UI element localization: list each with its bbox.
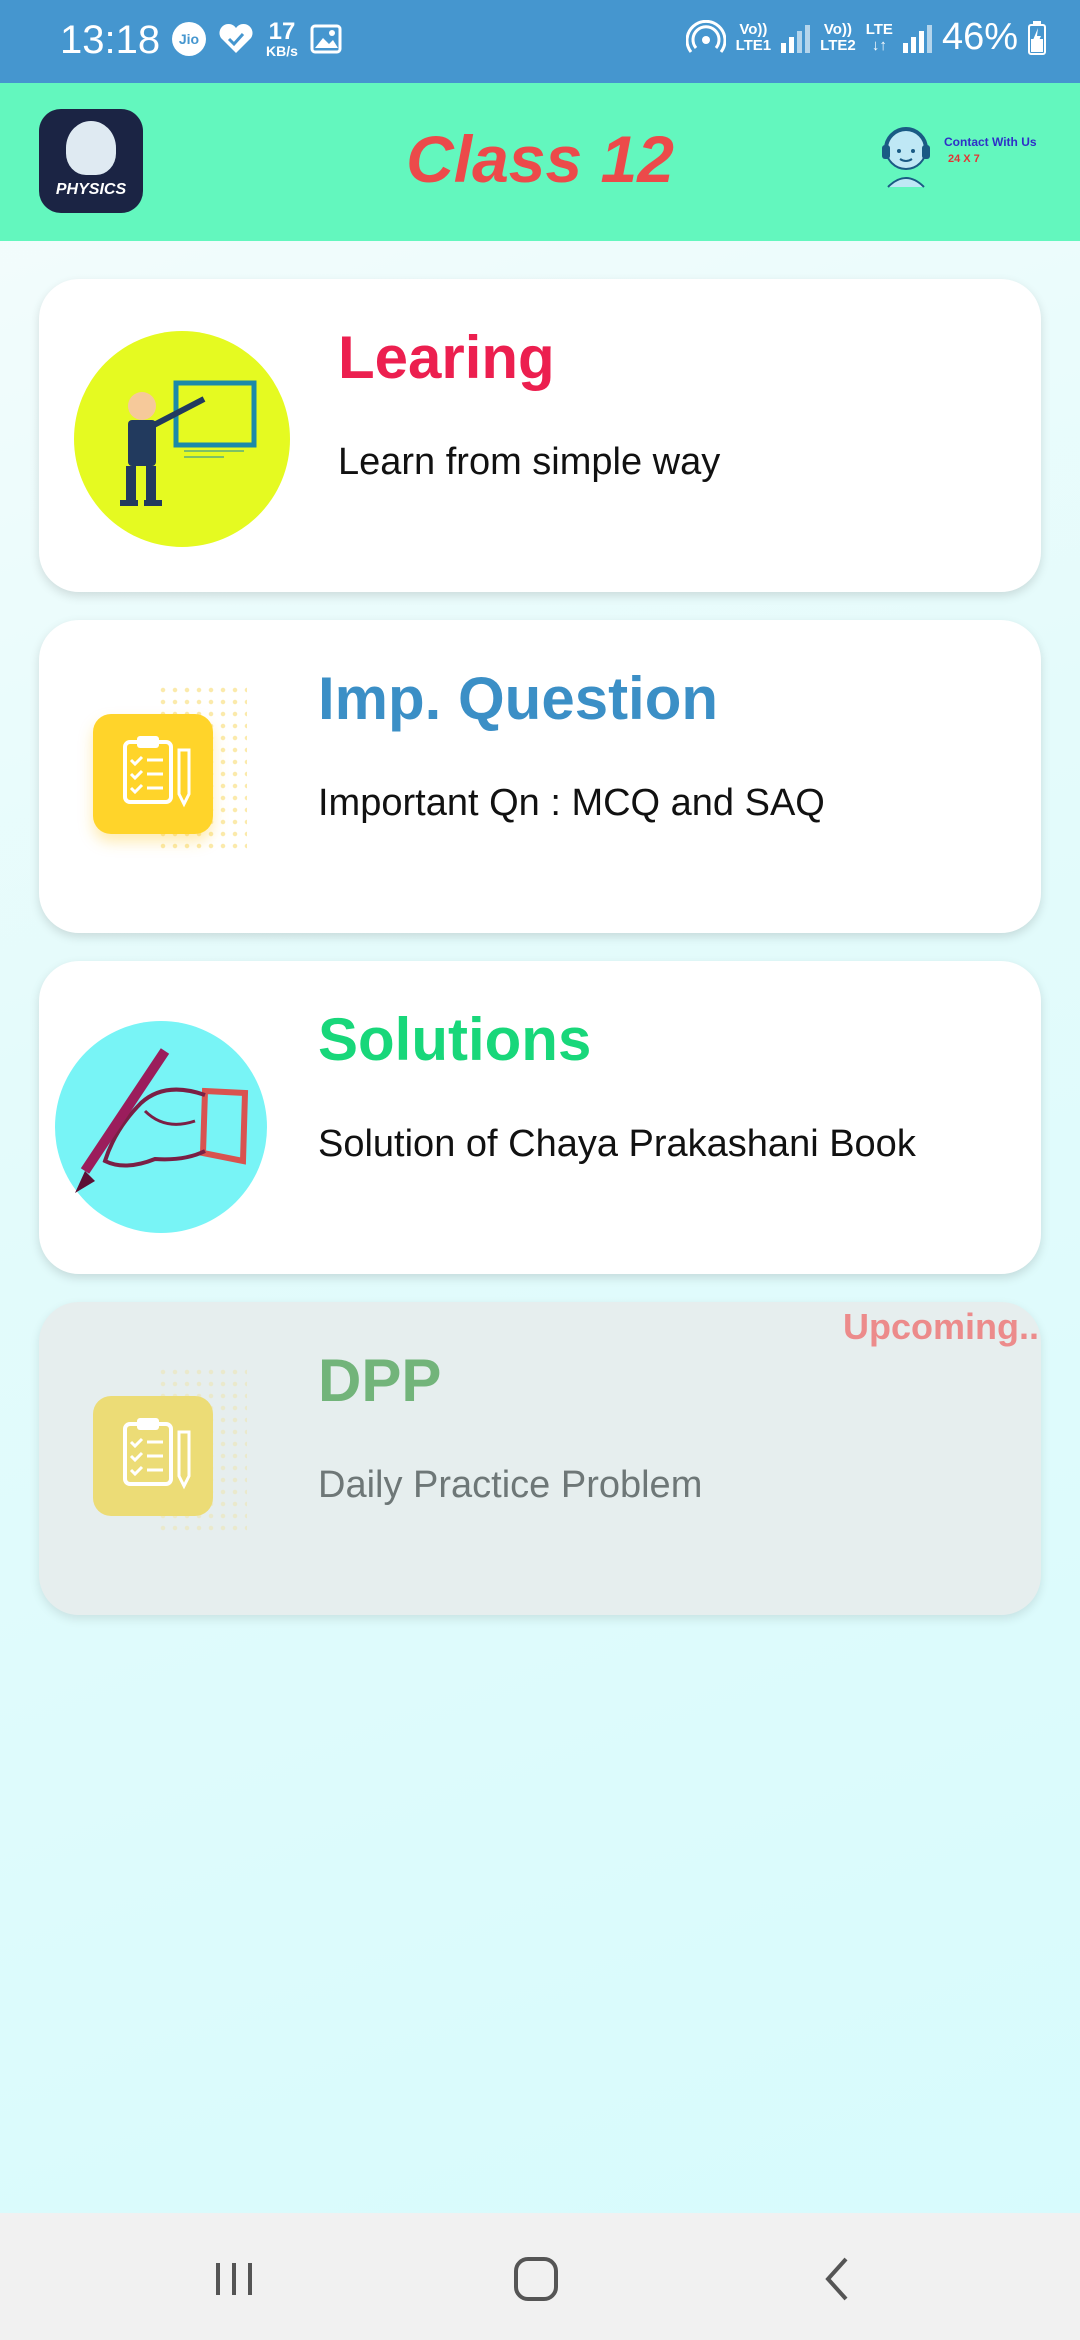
card-subtitle: Learn from simple way — [338, 441, 721, 483]
card-title: Learing — [338, 324, 555, 391]
signal-icon — [781, 23, 811, 53]
clipboard-icon — [91, 680, 247, 860]
recent-apps-icon[interactable] — [204, 2249, 264, 2309]
card-subtitle: Solution of Chaya Prakashani Book — [318, 1123, 916, 1165]
dpp-card[interactable]: Upcoming.. DPP Daily Practice Problem — [39, 1302, 1041, 1615]
battery-icon — [1028, 20, 1046, 55]
lte-label-text: LTE — [865, 20, 893, 38]
card-subtitle: Daily Practice Problem — [318, 1464, 703, 1506]
battery-percent: 46% — [941, 16, 1018, 58]
sim1-label-top: Vo)) — [739, 20, 768, 38]
jio-icon: Jio — [172, 22, 206, 56]
support-agent-icon — [882, 127, 930, 188]
sim1-label-bottom: LTE1 — [735, 36, 772, 54]
learning-card[interactable]: Learing Learn from simple way — [39, 279, 1041, 592]
card-subtitle: Important Qn : MCQ and SAQ — [318, 782, 825, 824]
contact-button[interactable]: Contact With Us 24 X 7 — [874, 119, 1064, 205]
status-right-icons: Vo)) LTE1 Vo)) LTE2 LTE ↓↑ 46% — [685, 16, 1046, 59]
status-left-icons: Jio 17 KB/s — [172, 20, 342, 58]
data-speed-value: 17 — [268, 18, 296, 45]
app-header: PHYSICS Class 12 Contact With Us 24 X 7 — [0, 83, 1080, 241]
solutions-card[interactable]: Solutions Solution of Chaya Prakashani B… — [39, 961, 1041, 1274]
data-speed: 17 KB/s — [266, 18, 298, 59]
card-title: DPP — [318, 1347, 442, 1414]
system-nav-bar — [0, 2213, 1080, 2340]
card-title: Solutions — [318, 1006, 592, 1073]
status-bar: 13:18 Jio 17 KB/s Vo)) LTE1 Vo)) LTE2 LT… — [0, 0, 1080, 83]
card-title: Imp. Question — [318, 665, 719, 732]
teacher-board-icon — [74, 331, 290, 547]
signal-icon — [902, 23, 932, 53]
sim2-label-top: Vo)) — [823, 20, 852, 38]
hotspot-icon — [685, 19, 726, 53]
imp-question-card[interactable]: Imp. Question Important Qn : MCQ and SAQ — [39, 620, 1041, 933]
back-icon[interactable] — [808, 2249, 868, 2309]
writing-hand-icon — [55, 1021, 267, 1233]
sim2-label-bottom: LTE2 — [820, 36, 856, 54]
lte-label: LTE ↓↑ — [865, 20, 893, 54]
contact-label: Contact With Us — [944, 135, 1037, 149]
gallery-icon — [310, 24, 342, 54]
clipboard-icon — [91, 1362, 247, 1542]
heart-icon — [219, 23, 253, 53]
upcoming-badge: Upcoming.. — [843, 1306, 1039, 1347]
home-icon[interactable] — [506, 2249, 566, 2309]
status-time: 13:18 — [60, 18, 161, 62]
contact-hours: 24 X 7 — [948, 153, 980, 165]
data-speed-unit: KB/s — [266, 43, 298, 59]
sim1-label: Vo)) LTE1 — [735, 20, 772, 54]
sim2-label: Vo)) LTE2 — [820, 20, 856, 54]
